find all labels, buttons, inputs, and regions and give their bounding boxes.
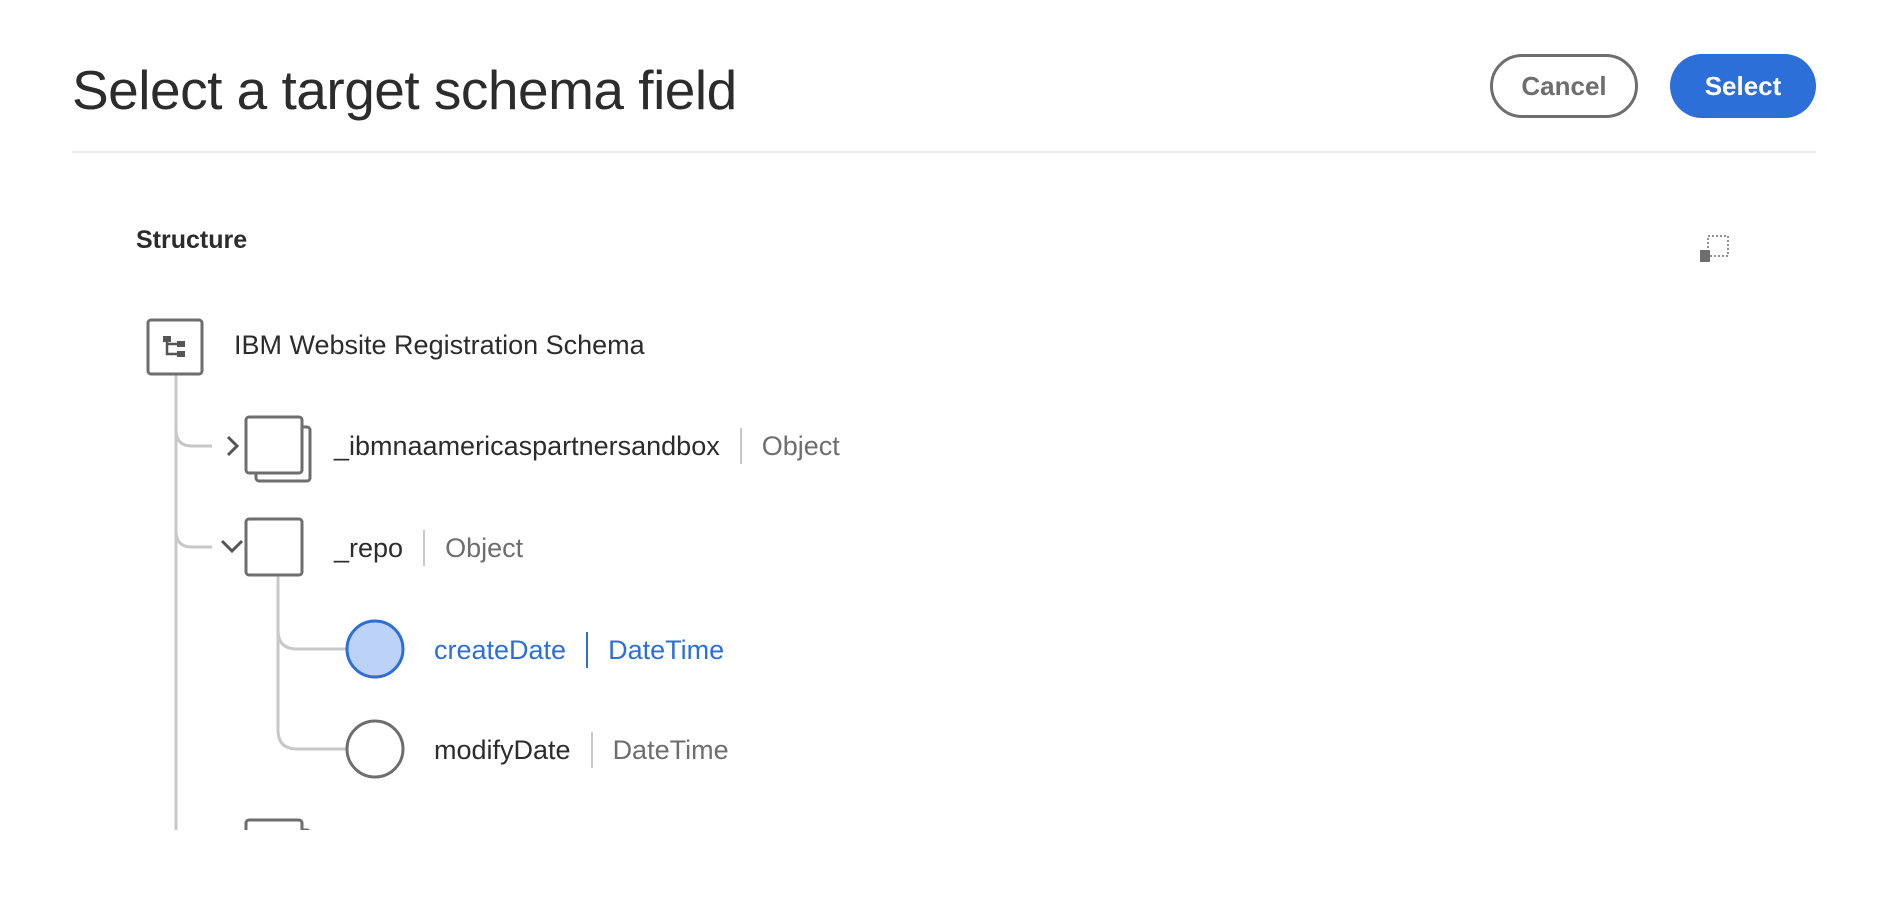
node-type: Object [445,533,524,563]
tree-node-modifydate[interactable]: modifyDate DateTime [434,732,729,768]
object-icon [244,517,304,582]
tree-node-repo[interactable]: _repo Object [334,530,523,566]
object-array-icon [244,415,314,490]
node-type: DateTime [608,635,725,665]
node-type: Object [761,431,840,461]
node-type: DateTime [612,735,729,765]
separator [586,632,589,668]
chevron-down-icon[interactable] [218,536,246,563]
schema-tree: IBM Website Registration Schema _ibmnaam… [0,0,1880,830]
field-circle-icon [344,618,406,685]
tree-node-createdate[interactable]: createDate DateTime [434,632,724,668]
root-name: IBM Website Registration Schema [234,330,645,360]
separator [423,530,426,566]
node-name: createDate [434,635,567,665]
node-name: modifyDate [434,735,571,765]
node-name: _ibmnaamericaspartnersandbox [334,431,720,461]
tree-root-label[interactable]: IBM Website Registration Schema [234,328,645,362]
field-circle-icon [344,718,406,785]
object-array-icon [244,818,314,830]
schema-tree-icon [146,318,204,381]
node-name: _repo [334,533,404,563]
separator [739,428,742,464]
separator [590,732,593,768]
chevron-right-icon[interactable] [222,432,244,465]
tree-node-ibmnaamericaspartnersandbox[interactable]: _ibmnaamericaspartnersandbox Object [334,428,840,464]
